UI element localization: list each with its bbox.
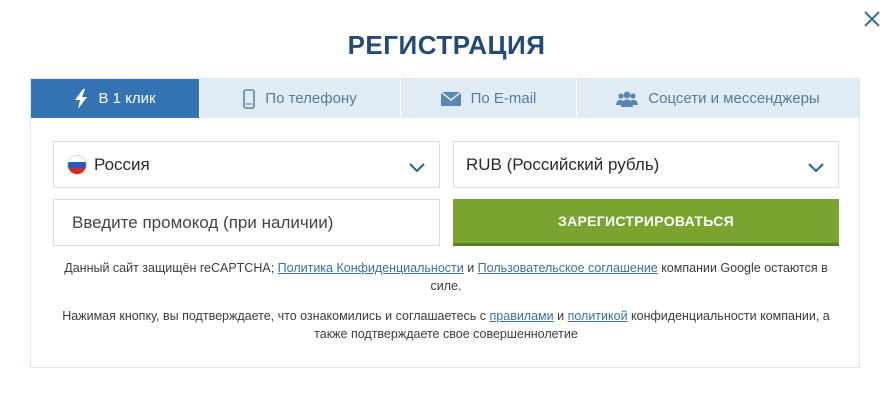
tab-label: В 1 клик xyxy=(98,90,156,107)
recaptcha-note-and: и xyxy=(463,261,478,275)
phone-icon xyxy=(243,88,256,109)
tab-label: По E-mail xyxy=(470,90,537,107)
close-icon[interactable] xyxy=(861,8,883,30)
registration-tabs: В 1 клик По телефону По E-mail Соцсети и… xyxy=(31,79,859,118)
chevron-down-icon xyxy=(808,158,824,178)
consent-note-prefix: Нажимая кнопку, вы подтверждаете, что оз… xyxy=(62,309,490,323)
promo-placeholder: Введите промокод (при наличии) xyxy=(72,212,334,232)
tab-social[interactable]: Соцсети и мессенджеры xyxy=(577,79,859,118)
registration-panel: В 1 клик По телефону По E-mail Соцсети и… xyxy=(30,78,860,368)
users-icon xyxy=(616,91,639,107)
consent-note-and: и xyxy=(553,309,568,323)
dialog-title: РЕГИСТРАЦИЯ xyxy=(347,30,546,60)
tab-label: По телефону xyxy=(265,90,357,107)
mail-icon xyxy=(440,91,461,106)
tab-phone[interactable]: По телефону xyxy=(200,79,401,118)
terms-link[interactable]: Пользовательское соглашение xyxy=(478,261,658,275)
lightning-icon xyxy=(74,88,88,109)
russia-flag-icon xyxy=(68,155,86,174)
country-value: Россия xyxy=(94,154,150,174)
rules-link[interactable]: правилами xyxy=(490,309,554,323)
country-select[interactable]: Россия xyxy=(53,141,440,188)
currency-select[interactable]: RUB (Российский рубль) xyxy=(453,141,839,188)
chevron-down-icon xyxy=(409,158,425,178)
promo-code-input[interactable]: Введите промокод (при наличии) xyxy=(53,199,440,246)
register-button[interactable]: ЗАРЕГИСТРИРОВАТЬСЯ xyxy=(453,199,839,246)
recaptcha-note: Данный сайт защищён reCAPTCHA; Политика … xyxy=(53,259,839,295)
recaptcha-note-prefix: Данный сайт защищён reCAPTCHA; xyxy=(64,261,278,275)
privacy-policy-link[interactable]: Политика Конфиденциальности xyxy=(278,261,464,275)
tab-one-click[interactable]: В 1 клик xyxy=(31,79,200,118)
consent-note: Нажимая кнопку, вы подтверждаете, что оз… xyxy=(53,307,839,343)
privacy-link[interactable]: политикой xyxy=(568,309,628,323)
currency-value: RUB (Российский рубль) xyxy=(466,154,660,174)
tab-label: Соцсети и мессенджеры xyxy=(648,90,820,107)
tab-email[interactable]: По E-mail xyxy=(401,79,577,118)
